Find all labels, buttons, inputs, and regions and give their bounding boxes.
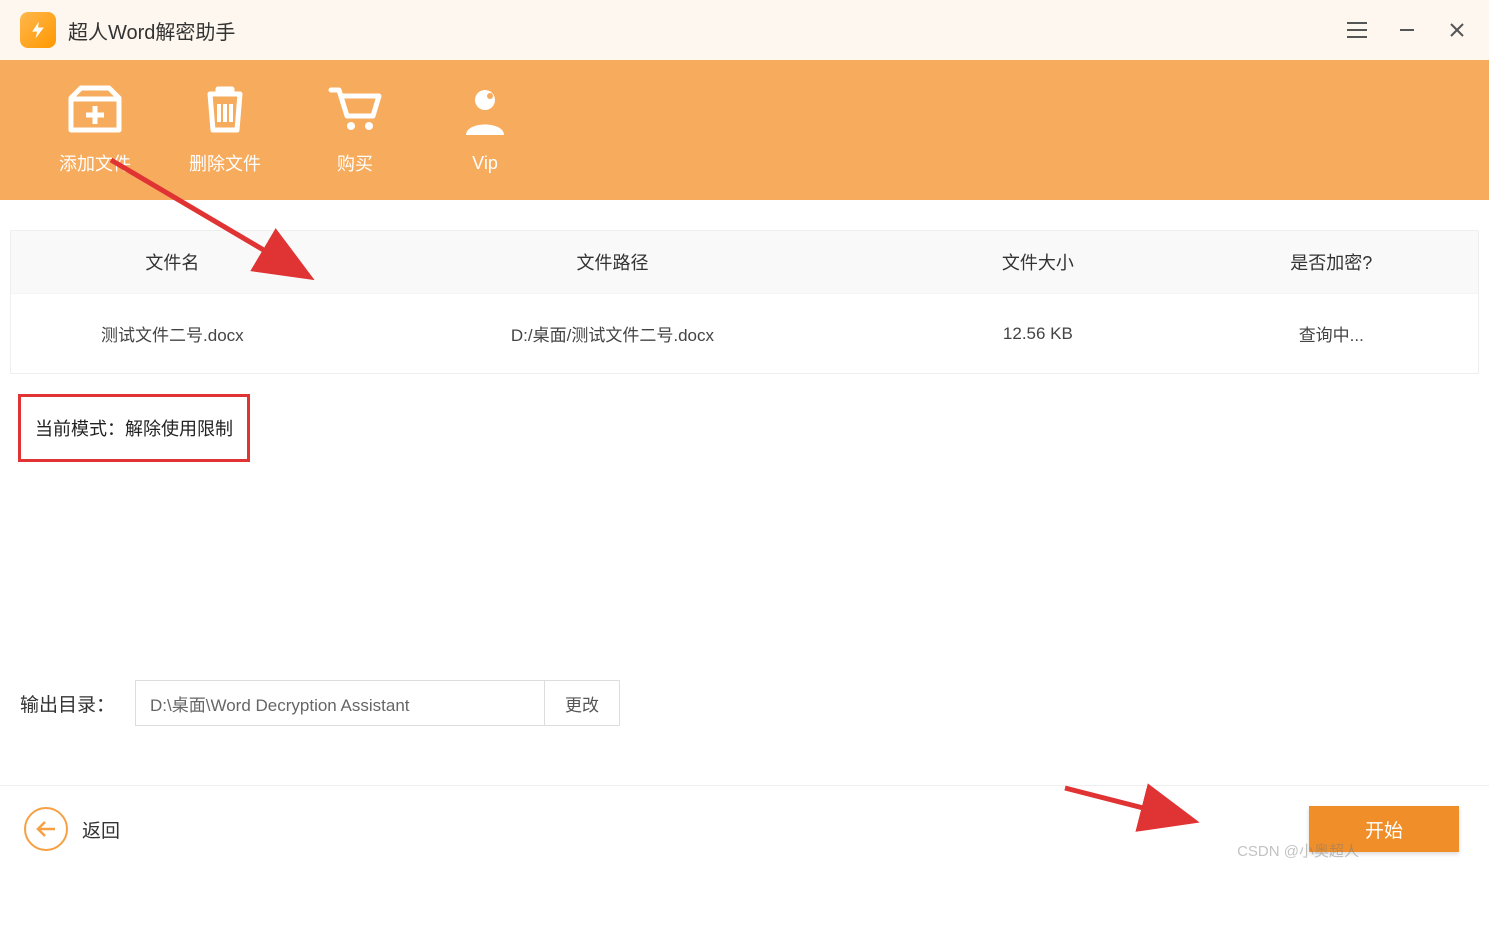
header-encrypted: 是否加密? [1185, 249, 1478, 275]
app-title: 超人Word解密助手 [68, 16, 235, 45]
vip-button[interactable]: Vip [440, 87, 530, 174]
add-file-button[interactable]: 添加文件 [50, 84, 140, 176]
add-file-label: 添加文件 [59, 150, 131, 176]
close-button[interactable] [1445, 18, 1469, 42]
cell-filepath: D:/桌面/测试文件二号.docx [334, 321, 891, 346]
main-toolbar: 添加文件 删除文件 购买 [0, 60, 1489, 200]
watermark: CSDN @小奥超人 [1237, 840, 1359, 861]
cell-filename: 测试文件二号.docx [11, 321, 334, 346]
start-label: 开始 [1365, 821, 1403, 842]
cart-icon [327, 84, 383, 134]
window-controls [1345, 0, 1469, 60]
table-header: 文件名 文件路径 文件大小 是否加密? [11, 231, 1478, 293]
output-dir-row: 输出目录： 更改 [20, 680, 620, 726]
output-dir-input[interactable] [135, 680, 545, 726]
cell-encrypted: 查询中... [1185, 321, 1478, 346]
content-area: 文件名 文件路径 文件大小 是否加密? 测试文件二号.docx D:/桌面/测试… [0, 200, 1489, 462]
user-icon [462, 87, 508, 137]
menu-button[interactable] [1345, 18, 1369, 42]
add-file-icon [65, 84, 125, 134]
current-mode-text: 当前模式：解除使用限制 [35, 419, 233, 439]
current-mode-box: 当前模式：解除使用限制 [18, 394, 250, 462]
delete-file-label: 删除文件 [189, 150, 261, 176]
header-filename: 文件名 [11, 249, 334, 275]
lightning-icon [28, 18, 48, 42]
cell-filesize: 12.56 KB [891, 324, 1184, 344]
trash-icon [200, 84, 250, 134]
back-label: 返回 [82, 816, 120, 843]
file-table: 文件名 文件路径 文件大小 是否加密? 测试文件二号.docx D:/桌面/测试… [10, 230, 1479, 374]
buy-button[interactable]: 购买 [310, 84, 400, 176]
header-filesize: 文件大小 [891, 249, 1184, 275]
hamburger-icon [1346, 21, 1368, 39]
change-dir-label: 更改 [565, 691, 599, 716]
output-dir-label: 输出目录： [20, 690, 115, 717]
minimize-button[interactable] [1395, 18, 1419, 42]
buy-label: 购买 [337, 150, 373, 176]
header-filepath: 文件路径 [334, 249, 891, 275]
app-logo [20, 12, 56, 48]
minimize-icon [1398, 21, 1416, 39]
titlebar: 超人Word解密助手 [0, 0, 1489, 60]
vip-label: Vip [472, 153, 498, 174]
delete-file-button[interactable]: 删除文件 [180, 84, 270, 176]
back-arrow-icon [24, 807, 68, 851]
back-button[interactable]: 返回 [24, 807, 120, 851]
close-icon [1448, 21, 1466, 39]
table-row[interactable]: 测试文件二号.docx D:/桌面/测试文件二号.docx 12.56 KB 查… [11, 293, 1478, 373]
change-dir-button[interactable]: 更改 [545, 680, 620, 726]
